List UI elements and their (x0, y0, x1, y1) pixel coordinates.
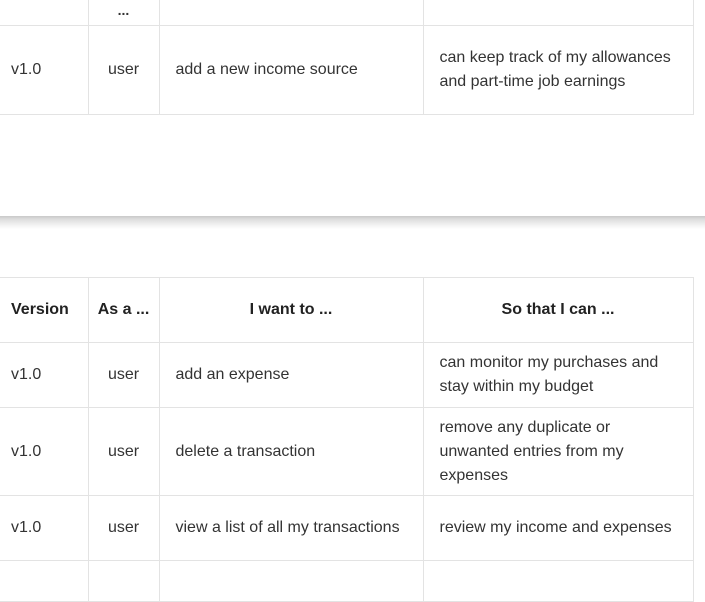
table-row: v1.0 user add an expense can monitor my … (0, 342, 694, 408)
cell-as-a: user (88, 495, 160, 561)
cell-version (0, 560, 89, 602)
user-stories-table-top: ... v1.0 user add a new income source ca… (0, 0, 694, 115)
cell-i-want-to: add a new income source (159, 25, 424, 115)
cell-as-a: user (88, 407, 160, 496)
page-section-bottom: Version As a ... I want to ... So that I… (0, 229, 705, 602)
header-cell-so-that-fragment (423, 0, 694, 26)
cell-so-that (423, 560, 694, 602)
cell-so-that: can monitor my purchases and stay within… (423, 342, 694, 408)
table-header-row: Version As a ... I want to ... So that I… (0, 277, 694, 343)
table-header-fragment: ... (0, 0, 694, 26)
header-cell-as-a-fragment: ... (88, 0, 160, 26)
user-stories-table: Version As a ... I want to ... So that I… (0, 277, 694, 602)
header-as-a: As a ... (88, 277, 160, 343)
page-section-top: ... v1.0 user add a new income source ca… (0, 0, 705, 216)
cell-so-that: remove any duplicate or unwanted entries… (423, 407, 694, 496)
cell-i-want-to: view a list of all my transactions (159, 495, 424, 561)
cell-version: v1.0 (0, 342, 89, 408)
cell-i-want-to: delete a transaction (159, 407, 424, 496)
cell-as-a (88, 560, 160, 602)
cell-i-want-to (159, 560, 424, 602)
header-version: Version (0, 277, 89, 343)
header-so-that: So that I can ... (423, 277, 694, 343)
cell-so-that: can keep track of my allowances and part… (423, 25, 694, 115)
cell-as-a: user (88, 25, 160, 115)
cell-version: v1.0 (0, 25, 89, 115)
table-row: v1.0 user add a new income source can ke… (0, 25, 694, 115)
cell-version: v1.0 (0, 495, 89, 561)
header-cell-version-fragment (0, 0, 89, 26)
cell-so-that: review my income and expenses (423, 495, 694, 561)
table-row: v1.0 user view a list of all my transact… (0, 495, 694, 561)
header-i-want-to: I want to ... (159, 277, 424, 343)
cell-version: v1.0 (0, 407, 89, 496)
cell-i-want-to: add an expense (159, 342, 424, 408)
page-break-divider (0, 216, 705, 229)
cell-as-a: user (88, 342, 160, 408)
table-row: v1.0 user delete a transaction remove an… (0, 407, 694, 496)
header-cell-i-want-to-fragment (159, 0, 424, 26)
table-row (0, 560, 694, 602)
